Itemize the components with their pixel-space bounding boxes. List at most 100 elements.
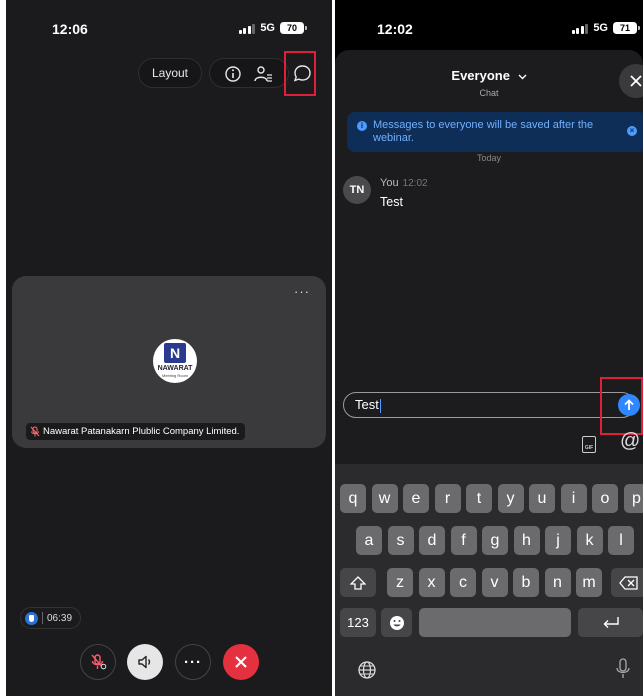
key-f[interactable]: f bbox=[450, 526, 477, 555]
key-t[interactable]: t bbox=[466, 484, 492, 513]
return-icon bbox=[603, 617, 619, 628]
mic-button[interactable] bbox=[80, 644, 116, 680]
key-w[interactable]: w bbox=[371, 484, 398, 513]
key-s[interactable]: s bbox=[387, 526, 414, 555]
status-time: 12:06 bbox=[52, 21, 88, 37]
microphone-icon[interactable] bbox=[615, 658, 631, 680]
meeting-screen: 12:06 5G 70 Layout ··· N NAWARAT Meeting… bbox=[6, 0, 332, 696]
logo-text: NAWARAT bbox=[157, 365, 193, 372]
info-icon[interactable] bbox=[224, 65, 242, 83]
status-bar: 12:02 5G 71 bbox=[335, 0, 643, 48]
chat-title: Everyone bbox=[451, 68, 510, 83]
layout-button[interactable]: Layout bbox=[138, 58, 202, 88]
meeting-toolbar bbox=[209, 58, 289, 88]
key-l[interactable]: l bbox=[608, 526, 634, 555]
mic-muted-icon bbox=[30, 426, 40, 437]
key-u[interactable]: u bbox=[529, 484, 555, 513]
key-b[interactable]: b bbox=[513, 568, 539, 597]
key-i[interactable]: i bbox=[560, 484, 587, 513]
participant-name-tag: Nawarat Patanakarn Plublic Company Limit… bbox=[26, 423, 246, 440]
gif-icon[interactable]: GIF bbox=[582, 436, 596, 453]
banner-text: Messages to everyone will be saved after… bbox=[373, 119, 594, 144]
chevron-down-icon bbox=[518, 74, 527, 80]
signal-icon bbox=[238, 23, 256, 34]
network-label: 5G bbox=[593, 22, 608, 34]
key-j[interactable]: j bbox=[545, 526, 571, 555]
highlight-box bbox=[284, 51, 316, 96]
key-a[interactable]: a bbox=[356, 526, 382, 555]
close-icon bbox=[235, 656, 247, 668]
backspace-key[interactable] bbox=[611, 568, 643, 597]
return-key[interactable] bbox=[578, 608, 643, 637]
message-header: You 12:02 bbox=[380, 177, 428, 189]
key-d[interactable]: d bbox=[419, 526, 445, 555]
more-icon: ··· bbox=[184, 653, 202, 671]
more-button[interactable]: ··· bbox=[175, 644, 211, 680]
mention-icon[interactable]: @ bbox=[620, 430, 640, 453]
space-key[interactable] bbox=[419, 608, 571, 637]
mic-muted-icon bbox=[91, 654, 107, 670]
key-k[interactable]: k bbox=[576, 526, 603, 555]
message-time: 12:02 bbox=[402, 178, 428, 189]
participants-icon[interactable] bbox=[253, 65, 273, 83]
shift-key[interactable] bbox=[340, 568, 376, 597]
keyboard-row-2: asdfghjkl bbox=[335, 526, 643, 555]
key-c[interactable]: c bbox=[450, 568, 476, 597]
text-caret bbox=[379, 398, 381, 413]
keyboard-row-1: qwertyuiop bbox=[335, 484, 643, 513]
key-r[interactable]: r bbox=[434, 484, 461, 513]
logo-mark: N bbox=[164, 343, 186, 363]
speaker-icon bbox=[138, 655, 151, 669]
message-sender: You bbox=[380, 177, 399, 189]
keyboard: qwertyuiop asdfghjkl zxcvbnm 123 bbox=[335, 464, 643, 696]
key-p[interactable]: p bbox=[623, 484, 643, 513]
avatar: TN bbox=[343, 176, 371, 204]
key-o[interactable]: o bbox=[592, 484, 618, 513]
keyboard-row-4: 123 bbox=[335, 608, 643, 637]
status-time: 12:02 bbox=[377, 21, 413, 37]
emoji-key[interactable] bbox=[381, 608, 412, 637]
signal-icon bbox=[571, 23, 589, 34]
meeting-timer: 06:39 bbox=[20, 607, 82, 629]
company-logo: N NAWARAT Meeting Room bbox=[153, 339, 197, 383]
key-h[interactable]: h bbox=[513, 526, 540, 555]
key-v[interactable]: v bbox=[481, 568, 508, 597]
dismiss-banner-icon[interactable]: × bbox=[627, 126, 637, 136]
participant-name: Nawarat Patanakarn Plublic Company Limit… bbox=[43, 426, 240, 437]
divider bbox=[42, 612, 43, 624]
key-q[interactable]: q bbox=[340, 484, 366, 513]
chat-recipient-selector[interactable]: Everyone bbox=[335, 68, 643, 83]
message-text: Test bbox=[380, 195, 403, 209]
close-icon bbox=[630, 75, 642, 87]
key-z[interactable]: z bbox=[387, 568, 413, 597]
globe-icon[interactable] bbox=[357, 660, 377, 680]
info-icon: i bbox=[357, 121, 367, 131]
key-n[interactable]: n bbox=[544, 568, 571, 597]
battery-icon: 70 bbox=[280, 22, 307, 34]
key-e[interactable]: e bbox=[403, 484, 429, 513]
date-divider: Today bbox=[476, 153, 502, 163]
chat-input[interactable]: Test bbox=[343, 392, 635, 418]
emoji-icon bbox=[389, 616, 404, 630]
end-call-button[interactable] bbox=[223, 644, 259, 680]
timer-value: 06:39 bbox=[47, 612, 73, 624]
video-tile[interactable]: ··· N NAWARAT Meeting Room Nawarat Patan… bbox=[12, 276, 326, 448]
key-g[interactable]: g bbox=[482, 526, 508, 555]
shield-icon bbox=[25, 611, 38, 625]
shift-icon bbox=[349, 576, 367, 590]
tile-more-icon[interactable]: ··· bbox=[294, 284, 310, 299]
chat-screen: 12:02 5G 71 Everyone Chat i Messages to … bbox=[335, 0, 643, 696]
keyboard-row-3: zxcvbnm bbox=[335, 568, 643, 597]
speaker-button[interactable] bbox=[127, 644, 163, 680]
key-x[interactable]: x bbox=[418, 568, 445, 597]
numbers-key[interactable]: 123 bbox=[340, 608, 376, 637]
chat-input-value: Test bbox=[355, 397, 379, 412]
status-bar: 12:06 5G 70 bbox=[6, 0, 332, 48]
info-banner: i Messages to everyone will be saved aft… bbox=[347, 112, 643, 152]
key-y[interactable]: y bbox=[497, 484, 524, 513]
backspace-icon bbox=[619, 576, 638, 590]
screenshot: 12:06 5G 70 Layout ··· N NAWARAT Meeting… bbox=[0, 0, 643, 696]
key-m[interactable]: m bbox=[576, 568, 602, 597]
battery-icon: 71 bbox=[613, 22, 640, 34]
logo-subtext: Meeting Room bbox=[161, 373, 188, 378]
